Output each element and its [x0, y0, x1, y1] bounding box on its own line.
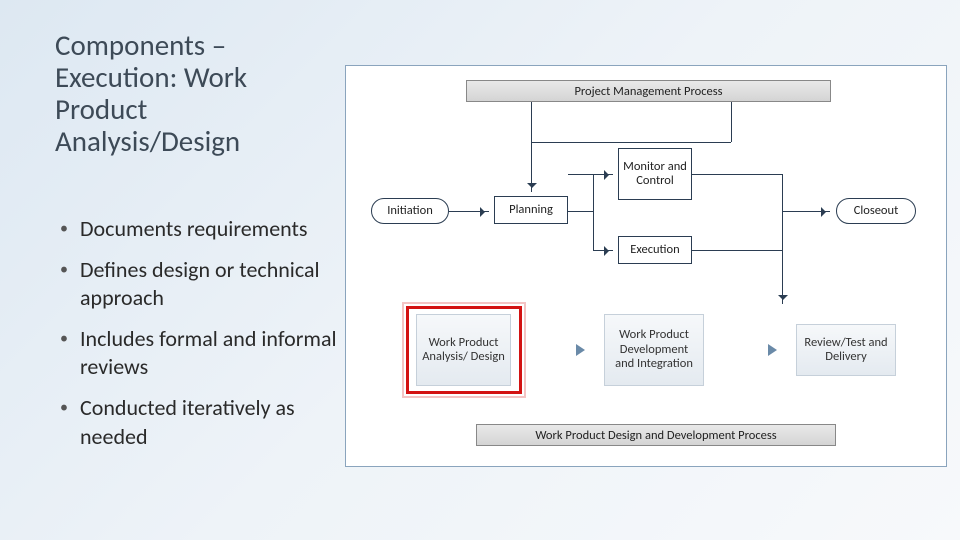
arrow-right-icon	[593, 250, 613, 251]
bullet-icon: •	[60, 215, 80, 244]
header-wp-process: Work Product Design and Development Proc…	[476, 424, 836, 446]
bullet-icon: •	[60, 256, 80, 313]
list-item: • Includes formal and informal reviews	[60, 325, 340, 382]
bullet-text: Includes formal and informal reviews	[80, 325, 340, 382]
process-diagram: Project Management Process Initiation Pl…	[345, 65, 947, 467]
connector	[593, 174, 594, 211]
connector	[531, 142, 731, 143]
slide-title: Components – Execution: Work Product Ana…	[55, 30, 335, 158]
bullet-text: Documents requirements	[80, 215, 340, 244]
header-pm-process: Project Management Process	[466, 80, 831, 102]
connector	[731, 102, 732, 142]
arrow-right-icon	[768, 344, 783, 356]
arrow-right-icon	[782, 211, 830, 212]
connector	[782, 250, 783, 286]
connector	[593, 211, 594, 250]
connector	[568, 211, 593, 212]
slide: Components – Execution: Work Product Ana…	[0, 0, 960, 540]
connector	[692, 250, 782, 251]
bullet-list: • Documents requirements • Defines desig…	[60, 215, 340, 463]
bullet-text: Defines design or technical approach	[80, 256, 340, 313]
sub-analysis-design: Work Product Analysis/ Design	[416, 314, 511, 386]
arrow-right-icon	[568, 174, 613, 175]
sub-development: Work Product Development and Integration	[604, 314, 704, 386]
list-item: • Defines design or technical approach	[60, 256, 340, 313]
list-item: • Documents requirements	[60, 215, 340, 244]
connector	[782, 174, 783, 250]
arrow-down-icon	[531, 142, 532, 192]
phase-planning: Planning	[494, 196, 568, 224]
list-item: • Conducted iteratively as needed	[60, 394, 340, 451]
sub-review-delivery: Review/Test and Delivery	[796, 324, 896, 376]
phase-initiation: Initiation	[371, 198, 449, 224]
phase-execution: Execution	[618, 236, 692, 264]
bullet-icon: •	[60, 325, 80, 382]
bullet-icon: •	[60, 394, 80, 451]
arrow-right-icon	[449, 211, 489, 212]
arrow-right-icon	[576, 344, 591, 356]
phase-closeout: Closeout	[836, 198, 916, 224]
arrow-down-icon	[782, 286, 783, 304]
phase-monitor: Monitor and Control	[618, 148, 692, 200]
bullet-text: Conducted iteratively as needed	[80, 394, 340, 451]
connector	[531, 102, 532, 142]
connector	[692, 174, 782, 175]
